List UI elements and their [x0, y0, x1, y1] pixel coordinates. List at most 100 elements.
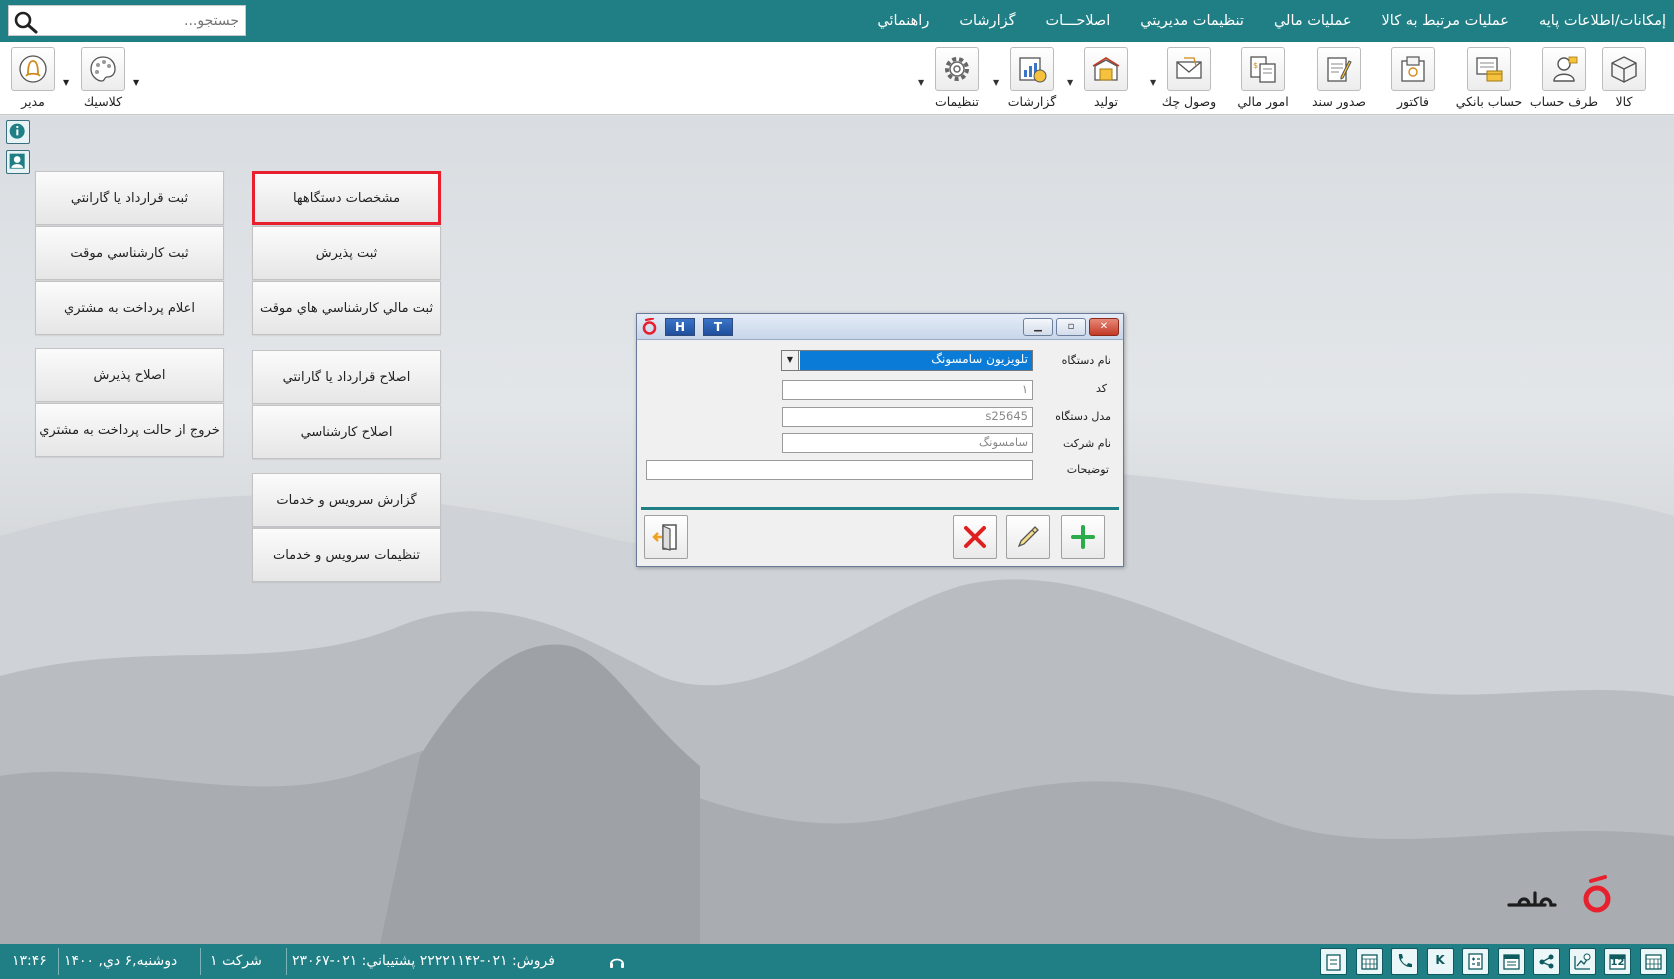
person-card-icon [1553, 56, 1578, 82]
toolbar-reports-button[interactable]: گزارشات ▼ [993, 45, 1065, 113]
toolbar-dropdown-arrow[interactable]: ▼ [63, 78, 69, 87]
toolbar-production-label: توليد [1093, 94, 1119, 109]
service-settings-button[interactable]: تنظيمات سرويس و خدمات [252, 528, 441, 582]
quick-month-calendar-button[interactable] [1639, 948, 1667, 975]
maximize-button[interactable]: ▫ [1056, 318, 1086, 336]
toolbar-dropdown-arrow[interactable]: ▼ [1067, 78, 1073, 87]
toolbar-cheque-receipt-label: وصول چك [1161, 94, 1217, 109]
toolbar-settings-button[interactable]: تنظيمات ▼ [918, 45, 990, 113]
notes-label: توضيحات [1066, 463, 1109, 476]
search-input[interactable] [49, 9, 239, 32]
headset-icon [610, 958, 624, 968]
toolbar-user-label: مدير [21, 94, 45, 109]
quick-k-button[interactable]: K [1426, 948, 1454, 975]
h-button[interactable]: H [665, 318, 695, 336]
exit-payment-mode-button[interactable]: خروج از حالت پرداخت به مشتري [35, 403, 224, 457]
notes-field[interactable] [646, 460, 1033, 480]
quick-share-button[interactable] [1533, 948, 1560, 975]
quick-calculator-button[interactable] [1462, 948, 1489, 975]
production-icon [1092, 57, 1120, 81]
model-field[interactable]: s25645 [782, 407, 1033, 427]
toolbar-bank-account-button[interactable]: حساب بانكي [1456, 45, 1522, 113]
toolbar-classic-theme-button[interactable]: كلاسيك [70, 45, 136, 113]
info-icon [9, 123, 25, 139]
service-report-button[interactable]: گزارش سرويس و خدمات [252, 473, 441, 527]
menu-item-help[interactable]: راهنمائي [877, 13, 929, 29]
menu-item-corrections[interactable]: اصلاحـــات [1046, 13, 1111, 29]
device-name-label: نام دستگاه [1061, 354, 1111, 367]
menu-item-admin-settings[interactable]: تنظيمات مديريتي [1140, 13, 1244, 29]
edit-contract-warranty-button[interactable]: اصلاح قرارداد يا گارانتي [252, 350, 441, 404]
toolbar-user-button[interactable]: مدير [0, 45, 66, 113]
add-button[interactable] [1061, 515, 1105, 559]
svg-text:$: $ [1253, 61, 1258, 70]
menu-item-reports[interactable]: گزارشات [959, 13, 1015, 29]
quick-phone-button[interactable] [1391, 948, 1418, 975]
toolbar-dropdown-arrow[interactable]: ▼ [993, 78, 999, 87]
status-support-phones: فروش: ۰۲۱-۲۲۲۲۱۱۴۲ پشتيباني: ۰۲۱-۲۳۰۶۷ [292, 953, 555, 969]
toolbar-issue-document-button[interactable]: صدور سند [1306, 45, 1372, 113]
t-button[interactable]: T [703, 318, 733, 336]
toolbar-reports-label: گزارشات [1007, 94, 1057, 109]
quick-clipboard-button[interactable] [1320, 948, 1347, 975]
edit-expert-button[interactable]: اصلاح كارشناسي [252, 405, 441, 459]
status-quick-icons: K 12 [1320, 948, 1674, 975]
register-contract-warranty-button[interactable]: ثبت قرارداد يا گارانتي [35, 171, 224, 225]
status-bar: ۱۳:۴۶ دوشنبه,۶ دي, ۱۴۰۰ شركت ۱ فروش: ۰۲۱… [0, 944, 1674, 979]
chevron-down-icon[interactable]: ▼ [782, 351, 799, 370]
plus-icon [1071, 525, 1095, 549]
search-icon[interactable] [13, 10, 39, 34]
exit-button[interactable] [644, 515, 688, 559]
register-temp-expert-finance-button[interactable]: ثبت مالي كارشناسي هاي موقت [252, 281, 441, 335]
toolbar-account-party-label: طرف حساب [1529, 94, 1599, 109]
phone-icon [1398, 954, 1412, 968]
envelope-icon [1176, 57, 1202, 79]
brand-logo [1507, 875, 1611, 913]
main-menubar: إمكانات/اطلاعات پايه عمليات مرتبط به كال… [0, 0, 1674, 42]
status-divider [200, 948, 201, 975]
toolbar-dropdown-arrow[interactable]: ▼ [133, 78, 139, 87]
chart-clock-icon [1573, 953, 1590, 970]
announce-payment-button[interactable]: اعلام پرداخت به مشتري [35, 281, 224, 335]
status-date: دوشنبه,۶ دي, ۱۴۰۰ [64, 953, 178, 969]
quick-chart-button[interactable] [1568, 948, 1596, 975]
info-button[interactable] [6, 120, 30, 144]
company-label: نام شركت [1062, 437, 1111, 450]
quick-note-button[interactable] [1497, 948, 1525, 975]
invoice-icon [1401, 56, 1425, 82]
menu-item-basic-info[interactable]: إمكانات/اطلاعات پايه [1539, 13, 1666, 29]
delete-button[interactable] [953, 515, 997, 559]
toolbar-dropdown-arrow[interactable]: ▼ [918, 78, 924, 87]
quick-calendar-day-button[interactable]: 12 [1604, 948, 1631, 975]
toolbar-account-party-button[interactable]: طرف حساب [1530, 45, 1598, 113]
edit-button[interactable] [1006, 515, 1050, 559]
status-time: ۱۳:۴۶ [12, 953, 47, 969]
edit-reception-button[interactable]: اصلاح پذيرش [35, 348, 224, 402]
toolbar-finance-label: امور مالي [1237, 94, 1289, 109]
device-specs-dialog: H T ▁ ▫ ✕ نام دستگاه ▼ تلويزيون سامسونگ … [636, 313, 1124, 567]
toolbar-dropdown-arrow[interactable]: ▼ [1150, 78, 1156, 87]
document-pen-icon [1327, 57, 1352, 82]
register-reception-button[interactable]: ثبت پذيرش [252, 226, 441, 280]
toolbar-invoice-button[interactable]: فاكتور [1380, 45, 1446, 113]
minimize-button[interactable]: ▁ [1023, 318, 1053, 336]
menu-item-goods-ops[interactable]: عمليات مرتبط به كالا [1382, 13, 1509, 29]
code-field[interactable]: ۱ [782, 380, 1033, 400]
toolbar-finance-button[interactable]: $ امور مالي [1230, 45, 1296, 113]
device-specs-button[interactable]: مشخصات دستگاهها [252, 171, 441, 225]
device-name-select[interactable]: ▼ تلويزيون سامسونگ [781, 350, 1033, 371]
register-temp-expert-button[interactable]: ثبت كارشناسي موقت [35, 226, 224, 280]
quick-calendar-users-button[interactable] [1355, 948, 1383, 975]
contact-button[interactable] [6, 150, 30, 174]
exit-door-icon [652, 524, 677, 551]
close-button[interactable]: ✕ [1089, 318, 1119, 336]
toolbar-production-button[interactable]: توليد ▼ [1067, 45, 1139, 113]
device-name-value: تلويزيون سامسونگ [800, 351, 1032, 370]
bank-card-icon [1476, 57, 1503, 82]
menu-item-financial-ops[interactable]: عمليات مالي [1274, 13, 1352, 29]
toolbar-cheque-receipt-button[interactable]: وصول چك ▼ [1150, 45, 1222, 113]
company-field[interactable]: سامسونگ [782, 433, 1033, 453]
contact-person-icon [9, 153, 25, 169]
dialog-titlebar[interactable]: H T ▁ ▫ ✕ [637, 314, 1123, 340]
calendar-grid-icon [1360, 954, 1378, 970]
